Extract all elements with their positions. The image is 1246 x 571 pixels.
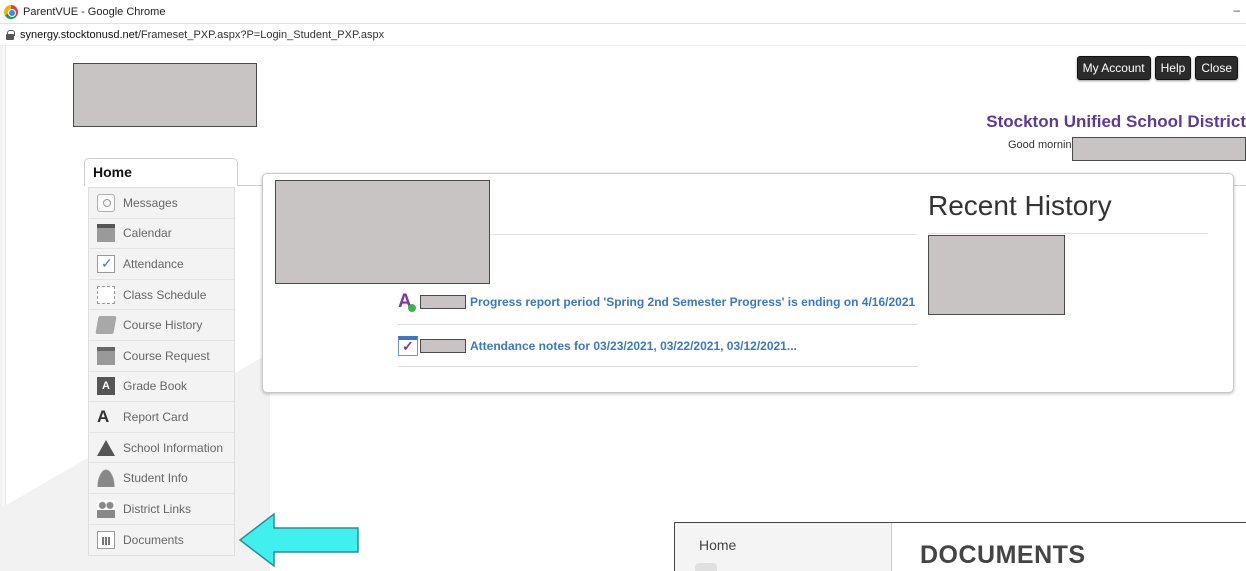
menu-item-label: Calendar xyxy=(123,226,172,241)
documents-icon xyxy=(97,530,115,549)
close-button[interactable]: Close xyxy=(1195,56,1238,80)
minimize-button[interactable]: – xyxy=(1233,3,1240,17)
inset-home-label: Home xyxy=(699,537,737,553)
my-account-button[interactable]: My Account xyxy=(1076,56,1151,80)
messages-icon xyxy=(97,193,115,212)
menu-item-calendar[interactable]: Calendar xyxy=(89,219,234,250)
redacted-student-photo xyxy=(275,180,490,284)
menu-item-school-information[interactable]: School Information xyxy=(89,433,234,464)
report-card-icon: A xyxy=(97,406,110,426)
attendance-check-icon xyxy=(398,336,418,356)
menu-item-label: Course Request xyxy=(123,348,210,363)
left-menu: Messages Calendar Attendance Class Sched… xyxy=(88,187,235,557)
district-links-icon xyxy=(97,499,115,518)
inset-screenshot: Home DOCUMENTS xyxy=(674,522,1246,571)
inset-documents-title: DOCUMENTS xyxy=(920,541,1086,569)
browser-titlebar: ParentVUE - Google Chrome – xyxy=(0,0,1246,24)
url-host: synergy.stocktonusd.net xyxy=(20,28,138,41)
menu-item-class-schedule[interactable]: Class Schedule xyxy=(89,280,234,311)
menu-item-label: Course History xyxy=(123,318,203,333)
attendance-icon xyxy=(97,254,115,273)
redacted-notice-name xyxy=(420,339,466,353)
menu-item-label: Grade Book xyxy=(123,379,188,394)
menu-item-grade-book[interactable]: A Grade Book xyxy=(89,372,234,403)
course-request-icon xyxy=(97,346,115,365)
school-information-icon xyxy=(97,439,115,456)
window-title: ParentVUE - Google Chrome xyxy=(23,5,166,18)
student-info-icon xyxy=(97,469,115,488)
notice-attendance[interactable]: Attendance notes for 03/23/2021, 03/22/2… xyxy=(398,336,797,356)
menu-item-student-info[interactable]: Student Info xyxy=(89,463,234,494)
menu-item-label: School Information xyxy=(123,440,224,455)
recent-history-divider xyxy=(928,233,1208,234)
greeting-text: Good morning, xyxy=(1008,139,1081,151)
menu-item-district-links[interactable]: District Links xyxy=(89,494,234,525)
redacted-notice-name xyxy=(420,295,466,309)
menu-item-label: District Links xyxy=(123,501,192,516)
menu-item-label: Documents xyxy=(123,532,184,547)
menu-item-course-request[interactable]: Course Request xyxy=(89,341,234,372)
url-text[interactable]: synergy.stocktonusd.net/Frameset_PXP.asp… xyxy=(20,29,384,41)
report-card-icon: A xyxy=(398,292,418,312)
tab-home[interactable]: Home xyxy=(84,158,238,186)
calendar-icon xyxy=(97,224,115,243)
menu-item-messages[interactable]: Messages xyxy=(89,188,234,219)
chrome-logo-icon xyxy=(4,4,18,19)
lock-icon[interactable] xyxy=(6,30,15,40)
menu-item-attendance[interactable]: Attendance xyxy=(89,249,234,280)
menu-item-label: Attendance xyxy=(123,256,184,271)
redacted-recent-history xyxy=(928,235,1065,315)
menu-item-documents[interactable]: Documents xyxy=(89,525,234,556)
course-history-icon xyxy=(95,316,117,335)
notice-text: Progress report period 'Spring 2nd Semes… xyxy=(470,295,916,309)
redacted-logo xyxy=(73,63,257,127)
notice-progress-report[interactable]: A Progress report period 'Spring 2nd Sem… xyxy=(398,292,915,312)
inset-main-area: DOCUMENTS xyxy=(891,523,1246,571)
address-bar[interactable]: synergy.stocktonusd.net/Frameset_PXP.asp… xyxy=(0,24,1246,46)
arrow-pointer-icon xyxy=(238,512,359,568)
menu-item-label: Class Schedule xyxy=(123,287,207,302)
notice-text: Attendance notes for 03/23/2021, 03/22/2… xyxy=(470,339,797,353)
class-schedule-icon xyxy=(97,285,115,304)
url-path: /Frameset_PXP.aspx?P=Login_Student_PXP.a… xyxy=(137,28,385,41)
menu-item-label: Messages xyxy=(123,195,178,210)
menu-item-report-card[interactable]: A Report Card xyxy=(89,402,234,433)
district-name: Stockton Unified School District xyxy=(986,112,1246,131)
help-button[interactable]: Help xyxy=(1154,56,1192,80)
grade-book-icon: A xyxy=(97,377,115,396)
menu-item-label: Student Info xyxy=(123,471,188,486)
notice-divider xyxy=(398,366,918,367)
redacted-student-name xyxy=(1072,137,1246,161)
menu-item-course-history[interactable]: Course History xyxy=(89,310,234,341)
menu-item-label: Report Card xyxy=(123,409,189,424)
notice-divider xyxy=(398,324,918,325)
header-buttons: My Account Help Close xyxy=(1076,56,1238,80)
inset-menu-icon xyxy=(695,563,717,571)
recent-history-title: Recent History xyxy=(928,190,1112,221)
